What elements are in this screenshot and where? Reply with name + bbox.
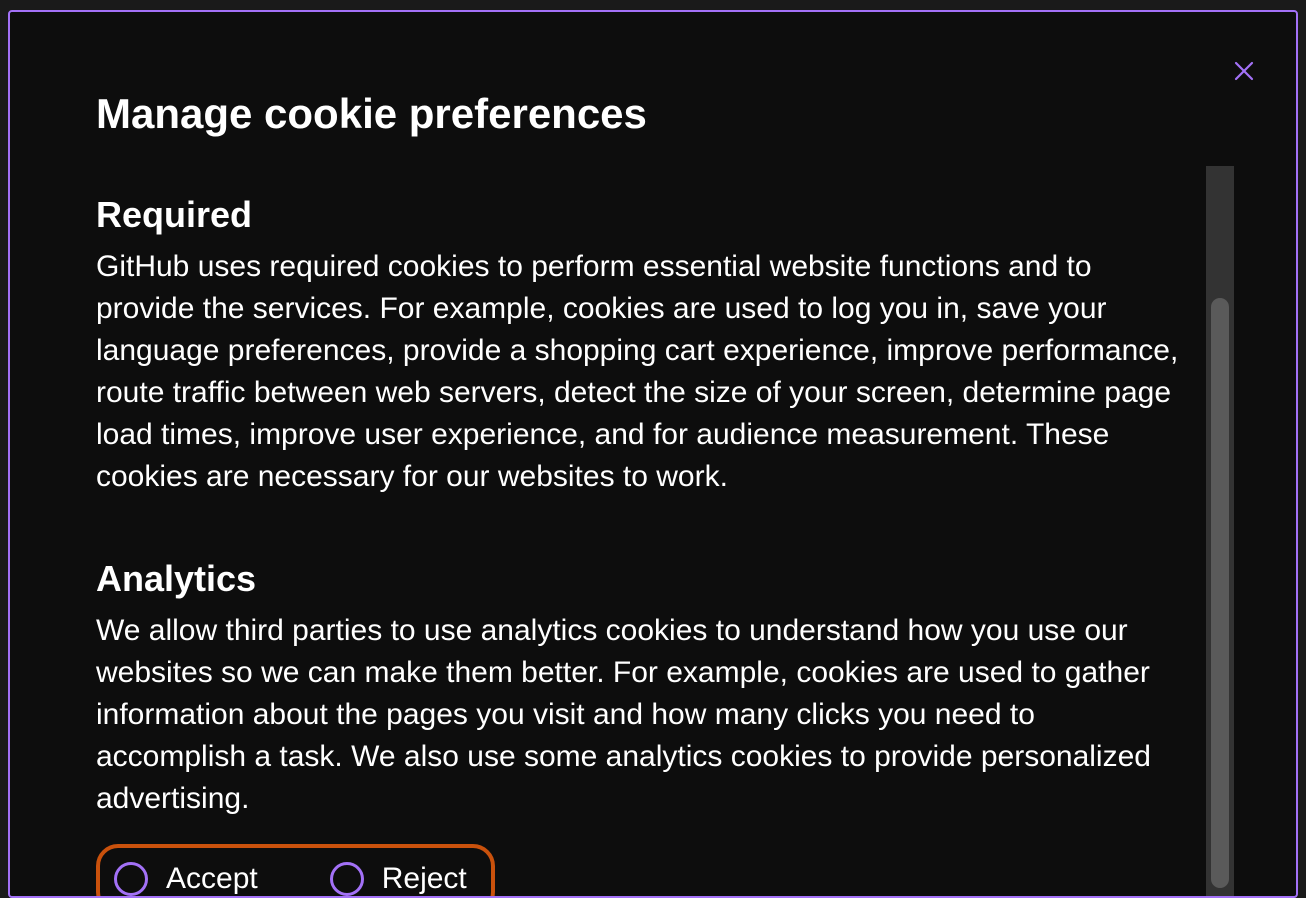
close-button[interactable] [1228,56,1260,88]
dialog-title: Manage cookie preferences [10,12,1296,166]
close-icon [1232,59,1256,86]
section-required: Required GitHub uses required cookies to… [96,194,1210,498]
analytics-radio-group: Accept Reject [96,844,495,896]
analytics-heading: Analytics [96,558,1210,600]
section-analytics: Analytics We allow third parties to use … [96,558,1210,896]
analytics-reject-label: Reject [382,862,467,896]
radio-icon [114,862,148,896]
analytics-reject-option[interactable]: Reject [330,862,467,896]
radio-icon [330,862,364,896]
analytics-accept-option[interactable]: Accept [114,862,258,896]
required-body: GitHub uses required cookies to perform … [96,246,1191,498]
scrollbar-thumb[interactable] [1211,298,1229,888]
required-heading: Required [96,194,1210,236]
cookie-preferences-dialog: Manage cookie preferences Required GitHu… [8,10,1298,898]
content-wrapper: Required GitHub uses required cookies to… [10,166,1296,896]
analytics-body: We allow third parties to use analytics … [96,610,1191,820]
analytics-accept-label: Accept [166,862,258,896]
dialog-content: Required GitHub uses required cookies to… [10,166,1296,896]
